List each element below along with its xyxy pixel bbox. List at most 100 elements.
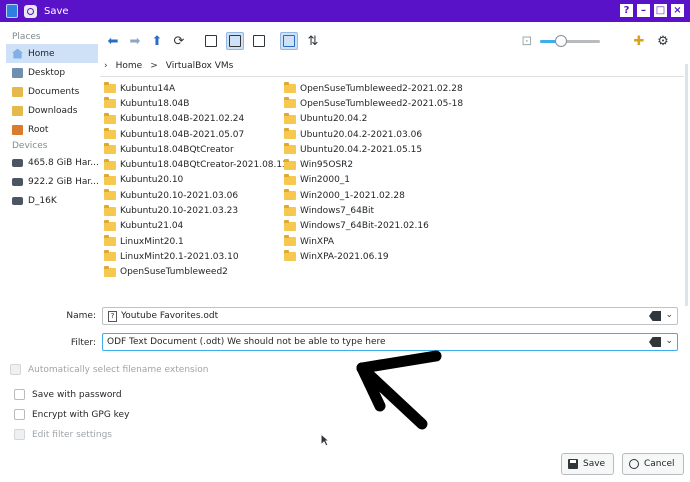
encrypt-gpg-label: Encrypt with GPG key: [32, 409, 130, 420]
folder-item[interactable]: Kubuntu14A: [104, 81, 288, 96]
save-icon: [568, 459, 578, 469]
folder-item[interactable]: Kubuntu18.04BQtCreator-2021.08.13: [104, 157, 288, 172]
edit-filter-settings-checkbox[interactable]: Edit filter settings: [14, 429, 112, 440]
folder-name: LinuxMint20.1-2021.03.10: [120, 251, 239, 262]
options-gear-icon[interactable]: ⚙: [654, 32, 672, 50]
folder-item[interactable]: Ubuntu20.04.2-2021.05.15: [284, 142, 463, 157]
folder-icon: [284, 82, 296, 94]
clear-text-icon[interactable]: [649, 337, 661, 347]
breadcrumb-item-current[interactable]: VirtualBox VMs: [166, 61, 234, 71]
folder-item[interactable]: Kubuntu20.10-2021.03.23: [104, 203, 288, 218]
folder-icon: [284, 189, 296, 201]
zoom-slider[interactable]: [540, 35, 600, 47]
parent-folder-icon[interactable]: ⬆: [148, 32, 166, 50]
maximize-button[interactable]: □: [654, 4, 667, 17]
document-icon: ?: [108, 310, 117, 322]
encrypt-gpg-checkbox[interactable]: Encrypt with GPG key: [14, 409, 129, 420]
auto-extension-checkbox[interactable]: Automatically select filename extension: [10, 364, 208, 375]
edit-filter-settings-label: Edit filter settings: [32, 429, 112, 440]
folder-name: OpenSuseTumbleweed2-2021.05-18: [300, 98, 464, 109]
filename-value[interactable]: Youtube Favorites.odt: [121, 311, 218, 321]
forward-arrow-icon[interactable]: ➡: [126, 32, 144, 50]
new-folder-icon[interactable]: ✚: [630, 32, 648, 50]
sidebar-item-root[interactable]: Root: [6, 120, 98, 139]
folder-item[interactable]: Kubuntu18.04B-2021.05.07: [104, 127, 288, 142]
folder-icon: [284, 235, 296, 247]
sidebar-item-drive-3[interactable]: D_16K: [6, 191, 98, 210]
sidebar-item-label: 465.8 GiB Har...: [28, 157, 98, 168]
folder-item[interactable]: WinXPA-2021.06.19: [284, 249, 463, 264]
folder-item[interactable]: LinuxMint20.1-2021.03.10: [104, 249, 288, 264]
sidebar-item-documents[interactable]: Documents: [6, 82, 98, 101]
sort-icon[interactable]: ⇅: [304, 32, 322, 50]
name-label: Name:: [66, 311, 96, 321]
sidebar-item-drive-2[interactable]: 922.2 GiB Har...: [6, 172, 98, 191]
folder-item[interactable]: Ubuntu20.04.2: [284, 112, 463, 127]
drive-icon: [12, 177, 23, 186]
clear-text-icon[interactable]: [649, 311, 661, 321]
folder-icon: [104, 143, 116, 155]
minimize-button[interactable]: –: [637, 4, 650, 17]
folder-item[interactable]: Win95OSR2: [284, 157, 463, 172]
folder-item[interactable]: OpenSuseTumbleweed2-2021.02.28: [284, 81, 463, 96]
help-button[interactable]: ?: [620, 4, 633, 17]
folder-item[interactable]: Kubuntu18.04B-2021.02.24: [104, 112, 288, 127]
folder-item[interactable]: Windows7_64Bit: [284, 203, 463, 218]
folder-item[interactable]: OpenSuseTumbleweed2: [104, 265, 288, 280]
folder-item[interactable]: Ubuntu20.04.2-2021.03.06: [284, 127, 463, 142]
folder-item[interactable]: WinXPA: [284, 234, 463, 249]
folder-item[interactable]: Kubuntu21.04: [104, 219, 288, 234]
window-menu-icon[interactable]: [24, 4, 37, 18]
checkbox-box[interactable]: [14, 409, 25, 420]
tree-view-icon[interactable]: [250, 32, 268, 50]
sidebar-item-drive-1[interactable]: 465.8 GiB Har...: [6, 153, 98, 172]
file-view[interactable]: Kubuntu14A Kubuntu18.04B Kubuntu18.04B-202…: [100, 76, 684, 300]
save-button[interactable]: Save: [561, 453, 615, 475]
folder-name: Kubuntu18.04B-2021.05.07: [120, 129, 245, 140]
checkbox-box[interactable]: [14, 389, 25, 400]
folder-item[interactable]: OpenSuseTumbleweed2-2021.05-18: [284, 96, 463, 111]
sidebar-item-downloads[interactable]: Downloads: [6, 101, 98, 120]
back-arrow-icon[interactable]: ⬅: [104, 32, 122, 50]
vertical-scrollbar[interactable]: [685, 64, 688, 306]
detailed-view-icon[interactable]: [226, 32, 244, 50]
file-column-2: OpenSuseTumbleweed2-2021.02.28 OpenSuseTu…: [284, 81, 463, 265]
zoom-slider-handle[interactable]: [555, 35, 567, 47]
title-bar[interactable]: Save ? – □ ×: [0, 0, 690, 22]
sidebar-item-label: Documents: [28, 86, 80, 97]
save-with-password-checkbox[interactable]: Save with password: [14, 389, 122, 400]
short-view-icon[interactable]: [202, 32, 220, 50]
filename-combo[interactable]: ? Youtube Favorites.odt ⌄: [102, 307, 678, 325]
chevron-down-icon[interactable]: ⌄: [665, 310, 673, 320]
checkbox-box[interactable]: [10, 364, 21, 375]
folder-item[interactable]: Kubuntu18.04BQtCreator: [104, 142, 288, 157]
sidebar-item-home[interactable]: Home: [6, 44, 98, 63]
chevron-down-icon[interactable]: ⌄: [665, 336, 673, 346]
cancel-button[interactable]: Cancel: [622, 453, 684, 475]
folder-name: Kubuntu20.10-2021.03.23: [120, 206, 239, 217]
folder-item[interactable]: Win2000_1: [284, 173, 463, 188]
mouse-cursor-icon: [320, 433, 330, 447]
preview-icon[interactable]: [280, 32, 298, 50]
folder-item[interactable]: Windows7_64Bit-2021.02.16: [284, 219, 463, 234]
folder-name: OpenSuseTumbleweed2-2021.02.28: [300, 83, 463, 94]
sidebar-item-desktop[interactable]: Desktop: [6, 63, 98, 82]
sidebar-item-label: Downloads: [28, 105, 78, 116]
folder-item[interactable]: LinuxMint20.1: [104, 234, 288, 249]
folder-name: WinXPA-2021.06.19: [300, 251, 389, 262]
breadcrumb: › Home > VirtualBox VMs: [104, 58, 241, 74]
folder-name: Kubuntu18.04B-2021.02.24: [120, 114, 245, 125]
folder-item[interactable]: Win2000_1-2021.02.28: [284, 188, 463, 203]
folder-item[interactable]: Kubuntu20.10-2021.03.06: [104, 188, 288, 203]
reload-icon[interactable]: ⟳: [170, 32, 188, 50]
checkbox-box[interactable]: [14, 429, 25, 440]
folder-name: Kubuntu18.04BQtCreator-2021.08.13: [120, 160, 288, 171]
close-button[interactable]: ×: [671, 4, 684, 17]
folder-item[interactable]: Kubuntu20.10: [104, 173, 288, 188]
breadcrumb-root-arrow-icon[interactable]: ›: [104, 61, 108, 71]
cancel-icon: [629, 459, 639, 469]
folder-item[interactable]: Kubuntu18.04B: [104, 96, 288, 111]
folder-name: Kubuntu20.10: [120, 175, 184, 186]
folder-name: Win95OSR2: [300, 160, 354, 171]
breadcrumb-item-home[interactable]: Home: [116, 61, 143, 71]
